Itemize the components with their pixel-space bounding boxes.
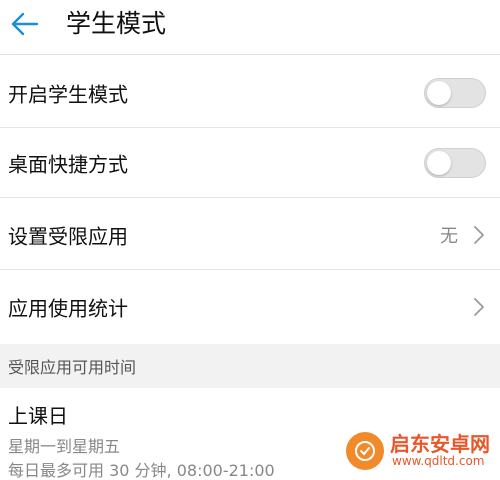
setting-label: 设置受限应用 bbox=[8, 224, 128, 248]
arrow-left-icon bbox=[11, 12, 39, 36]
setting-row-restricted-apps[interactable]: 设置受限应用 无 bbox=[0, 200, 500, 270]
toggle-knob bbox=[427, 80, 451, 105]
app-header: 学生模式 bbox=[0, 0, 500, 55]
student-mode-screen: 学生模式 开启学生模式 桌面快捷方式 设置受限应用 无 应用使用统计 受限应用可… bbox=[0, 0, 500, 480]
setting-row-desktop-shortcut[interactable]: 桌面快捷方式 bbox=[0, 128, 500, 198]
section-title: 受限应用可用时间 bbox=[8, 358, 137, 377]
desktop-shortcut-toggle[interactable] bbox=[424, 147, 486, 178]
site-watermark: 启东安卓网 www.qdltd.com bbox=[346, 428, 496, 476]
schedule-days: 星期一到星期五 bbox=[8, 437, 121, 456]
setting-label: 应用使用统计 bbox=[8, 296, 128, 321]
watermark-name: 启东安卓网 bbox=[390, 432, 490, 456]
chevron-right-icon bbox=[474, 225, 484, 244]
back-button[interactable] bbox=[8, 8, 42, 40]
setting-row-student-mode[interactable]: 开启学生模式 bbox=[0, 58, 500, 128]
chevron-right-icon bbox=[474, 298, 484, 316]
schedule-title: 上课日 bbox=[8, 404, 68, 428]
page-title: 学生模式 bbox=[66, 9, 167, 38]
student-mode-toggle[interactable] bbox=[424, 77, 486, 108]
watermark-logo-icon bbox=[346, 432, 384, 470]
setting-label: 桌面快捷方式 bbox=[8, 152, 128, 176]
setting-label: 开启学生模式 bbox=[8, 82, 128, 106]
schedule-detail: 每日最多可用 30 分钟, 08:00-21:00 bbox=[8, 461, 275, 480]
restricted-apps-value: 无 bbox=[440, 225, 458, 247]
section-header: 受限应用可用时间 bbox=[0, 344, 500, 388]
watermark-url: www.qdltd.com bbox=[392, 454, 485, 468]
setting-row-usage-stats[interactable]: 应用使用统计 bbox=[0, 272, 500, 342]
toggle-knob bbox=[427, 150, 451, 175]
